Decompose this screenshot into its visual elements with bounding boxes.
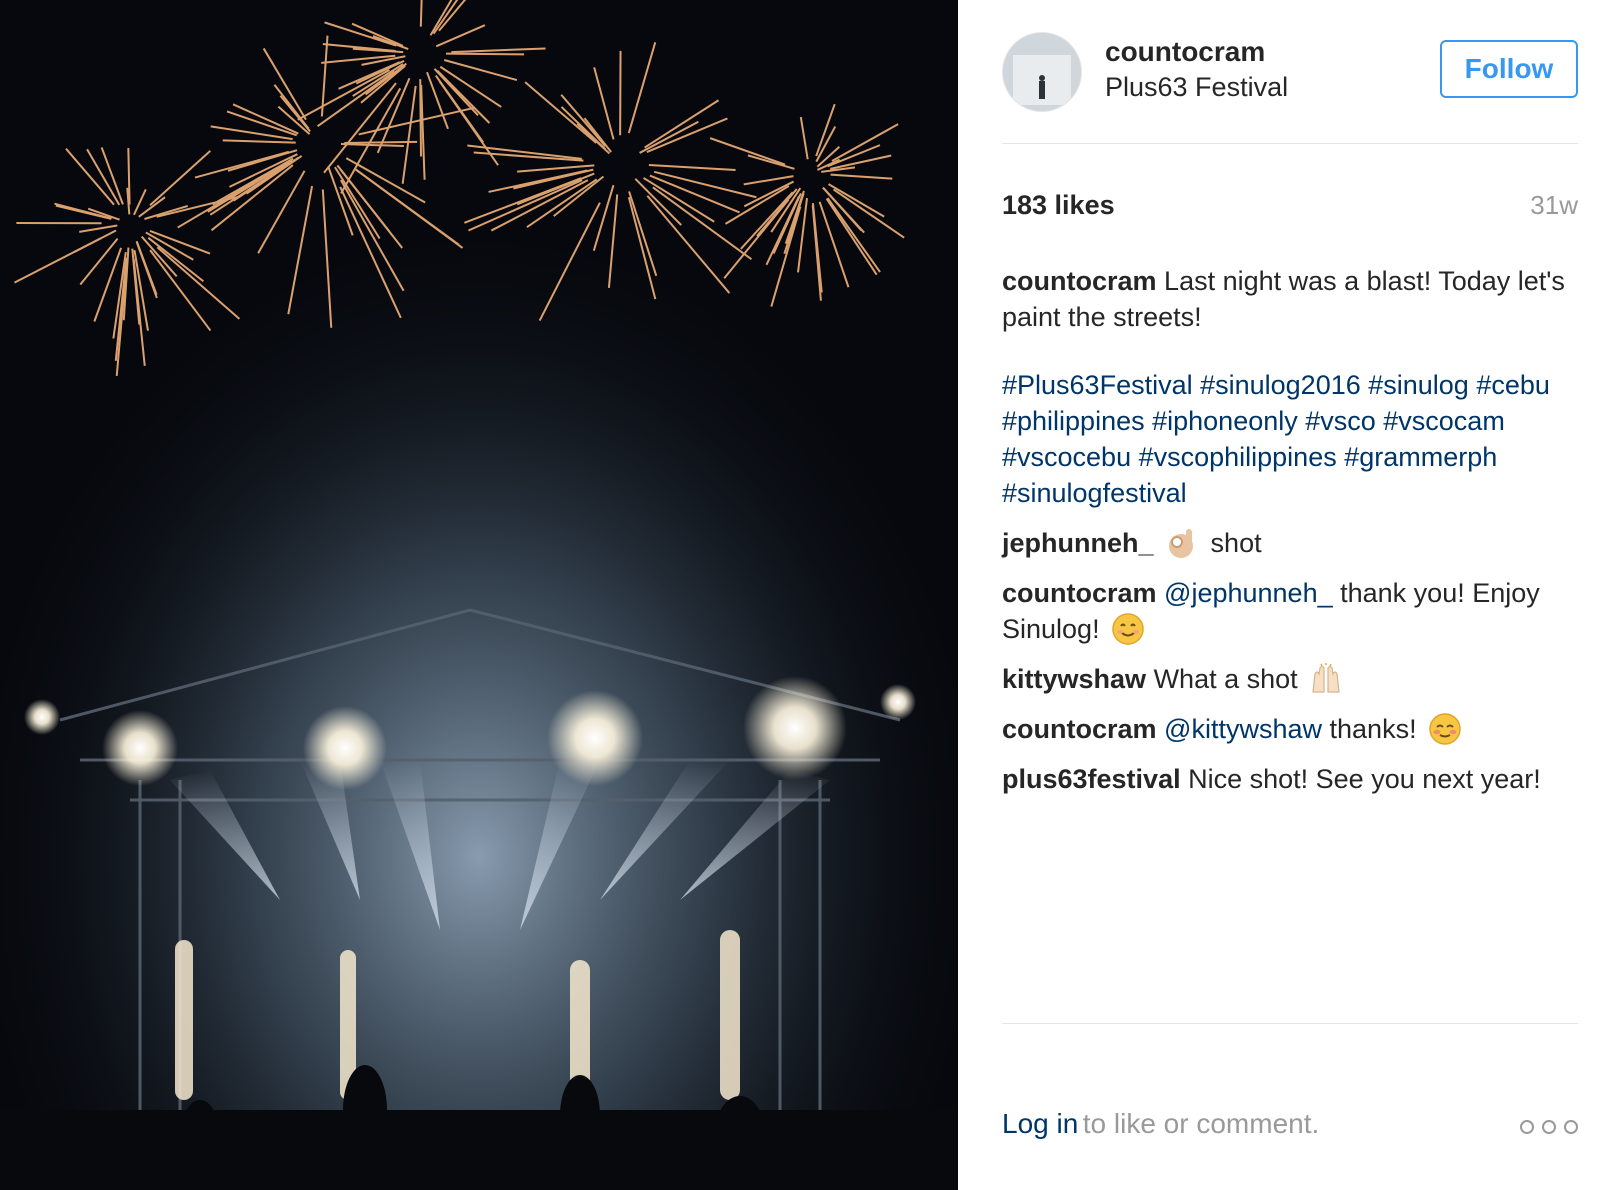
firework-streak bbox=[446, 52, 525, 56]
comments-list: countocram Last night was a blast! Today… bbox=[1002, 263, 1582, 811]
login-link[interactable]: Log in bbox=[1002, 1108, 1078, 1139]
comment-text: shot bbox=[1210, 528, 1262, 558]
caption-hashtags: #Plus63Festival #sinulog2016 #sinulog #c… bbox=[1002, 367, 1582, 511]
footer-divider bbox=[1002, 1023, 1578, 1024]
comment-item: jephunneh_ shot bbox=[1002, 525, 1582, 561]
more-options-icon[interactable] bbox=[1520, 1120, 1578, 1134]
festival-photo-image bbox=[0, 0, 958, 1190]
smiling-face-icon bbox=[1112, 613, 1144, 645]
hashtags[interactable]: #Plus63Festival #sinulog2016 #sinulog #c… bbox=[1002, 370, 1550, 508]
post-footer: Log in to like or comment. bbox=[1002, 1108, 1578, 1148]
post-username[interactable]: countocram bbox=[1105, 36, 1265, 68]
login-prompt-text: to like or comment. bbox=[1082, 1108, 1320, 1139]
dot-icon bbox=[1520, 1120, 1534, 1134]
comment-text: Nice shot! See you next year! bbox=[1188, 764, 1541, 794]
likes-count[interactable]: 183 likes bbox=[1002, 190, 1115, 221]
comment-username[interactable]: kittywshaw bbox=[1002, 664, 1146, 694]
comment-username[interactable]: jephunneh_ bbox=[1002, 528, 1154, 558]
caption-username[interactable]: countocram bbox=[1002, 266, 1157, 296]
firework-streak bbox=[344, 140, 418, 144]
post-details-panel: countocram Plus63 Festival Follow 183 li… bbox=[958, 0, 1622, 1190]
comment-text: What a shot bbox=[1153, 664, 1298, 694]
avatar-image bbox=[1003, 33, 1081, 111]
comment-username[interactable]: plus63festival bbox=[1002, 764, 1181, 794]
blushing-face-icon bbox=[1429, 713, 1461, 745]
comment-item: kittywshaw What a shot bbox=[1002, 661, 1582, 697]
comment-mention[interactable]: @kittywshaw bbox=[1164, 714, 1322, 744]
comment-username[interactable]: countocram bbox=[1002, 578, 1157, 608]
caption: countocram Last night was a blast! Today… bbox=[1002, 263, 1582, 335]
comment-text: thanks! bbox=[1329, 714, 1417, 744]
post-header: countocram Plus63 Festival Follow bbox=[1002, 30, 1578, 112]
avatar[interactable] bbox=[1002, 32, 1082, 112]
comment-item: plus63festival Nice shot! See you next y… bbox=[1002, 761, 1582, 797]
dot-icon bbox=[1542, 1120, 1556, 1134]
dot-icon bbox=[1564, 1120, 1578, 1134]
post-photo[interactable] bbox=[0, 0, 958, 1190]
comment-username[interactable]: countocram bbox=[1002, 714, 1157, 744]
firework-streak bbox=[127, 148, 131, 205]
ok-hand-icon bbox=[1169, 529, 1194, 558]
header-divider bbox=[1002, 143, 1578, 144]
comment-item: countocram @jephunneh_ thank you! Enjoy … bbox=[1002, 575, 1582, 647]
post-timestamp[interactable]: 31w bbox=[1530, 190, 1578, 221]
comment-mention[interactable]: @jephunneh_ bbox=[1164, 578, 1333, 608]
post-location[interactable]: Plus63 Festival bbox=[1105, 72, 1288, 103]
comment-item: countocram @kittywshaw thanks! bbox=[1002, 711, 1582, 747]
raised-hands-icon bbox=[1312, 663, 1340, 693]
follow-button[interactable]: Follow bbox=[1440, 40, 1578, 98]
